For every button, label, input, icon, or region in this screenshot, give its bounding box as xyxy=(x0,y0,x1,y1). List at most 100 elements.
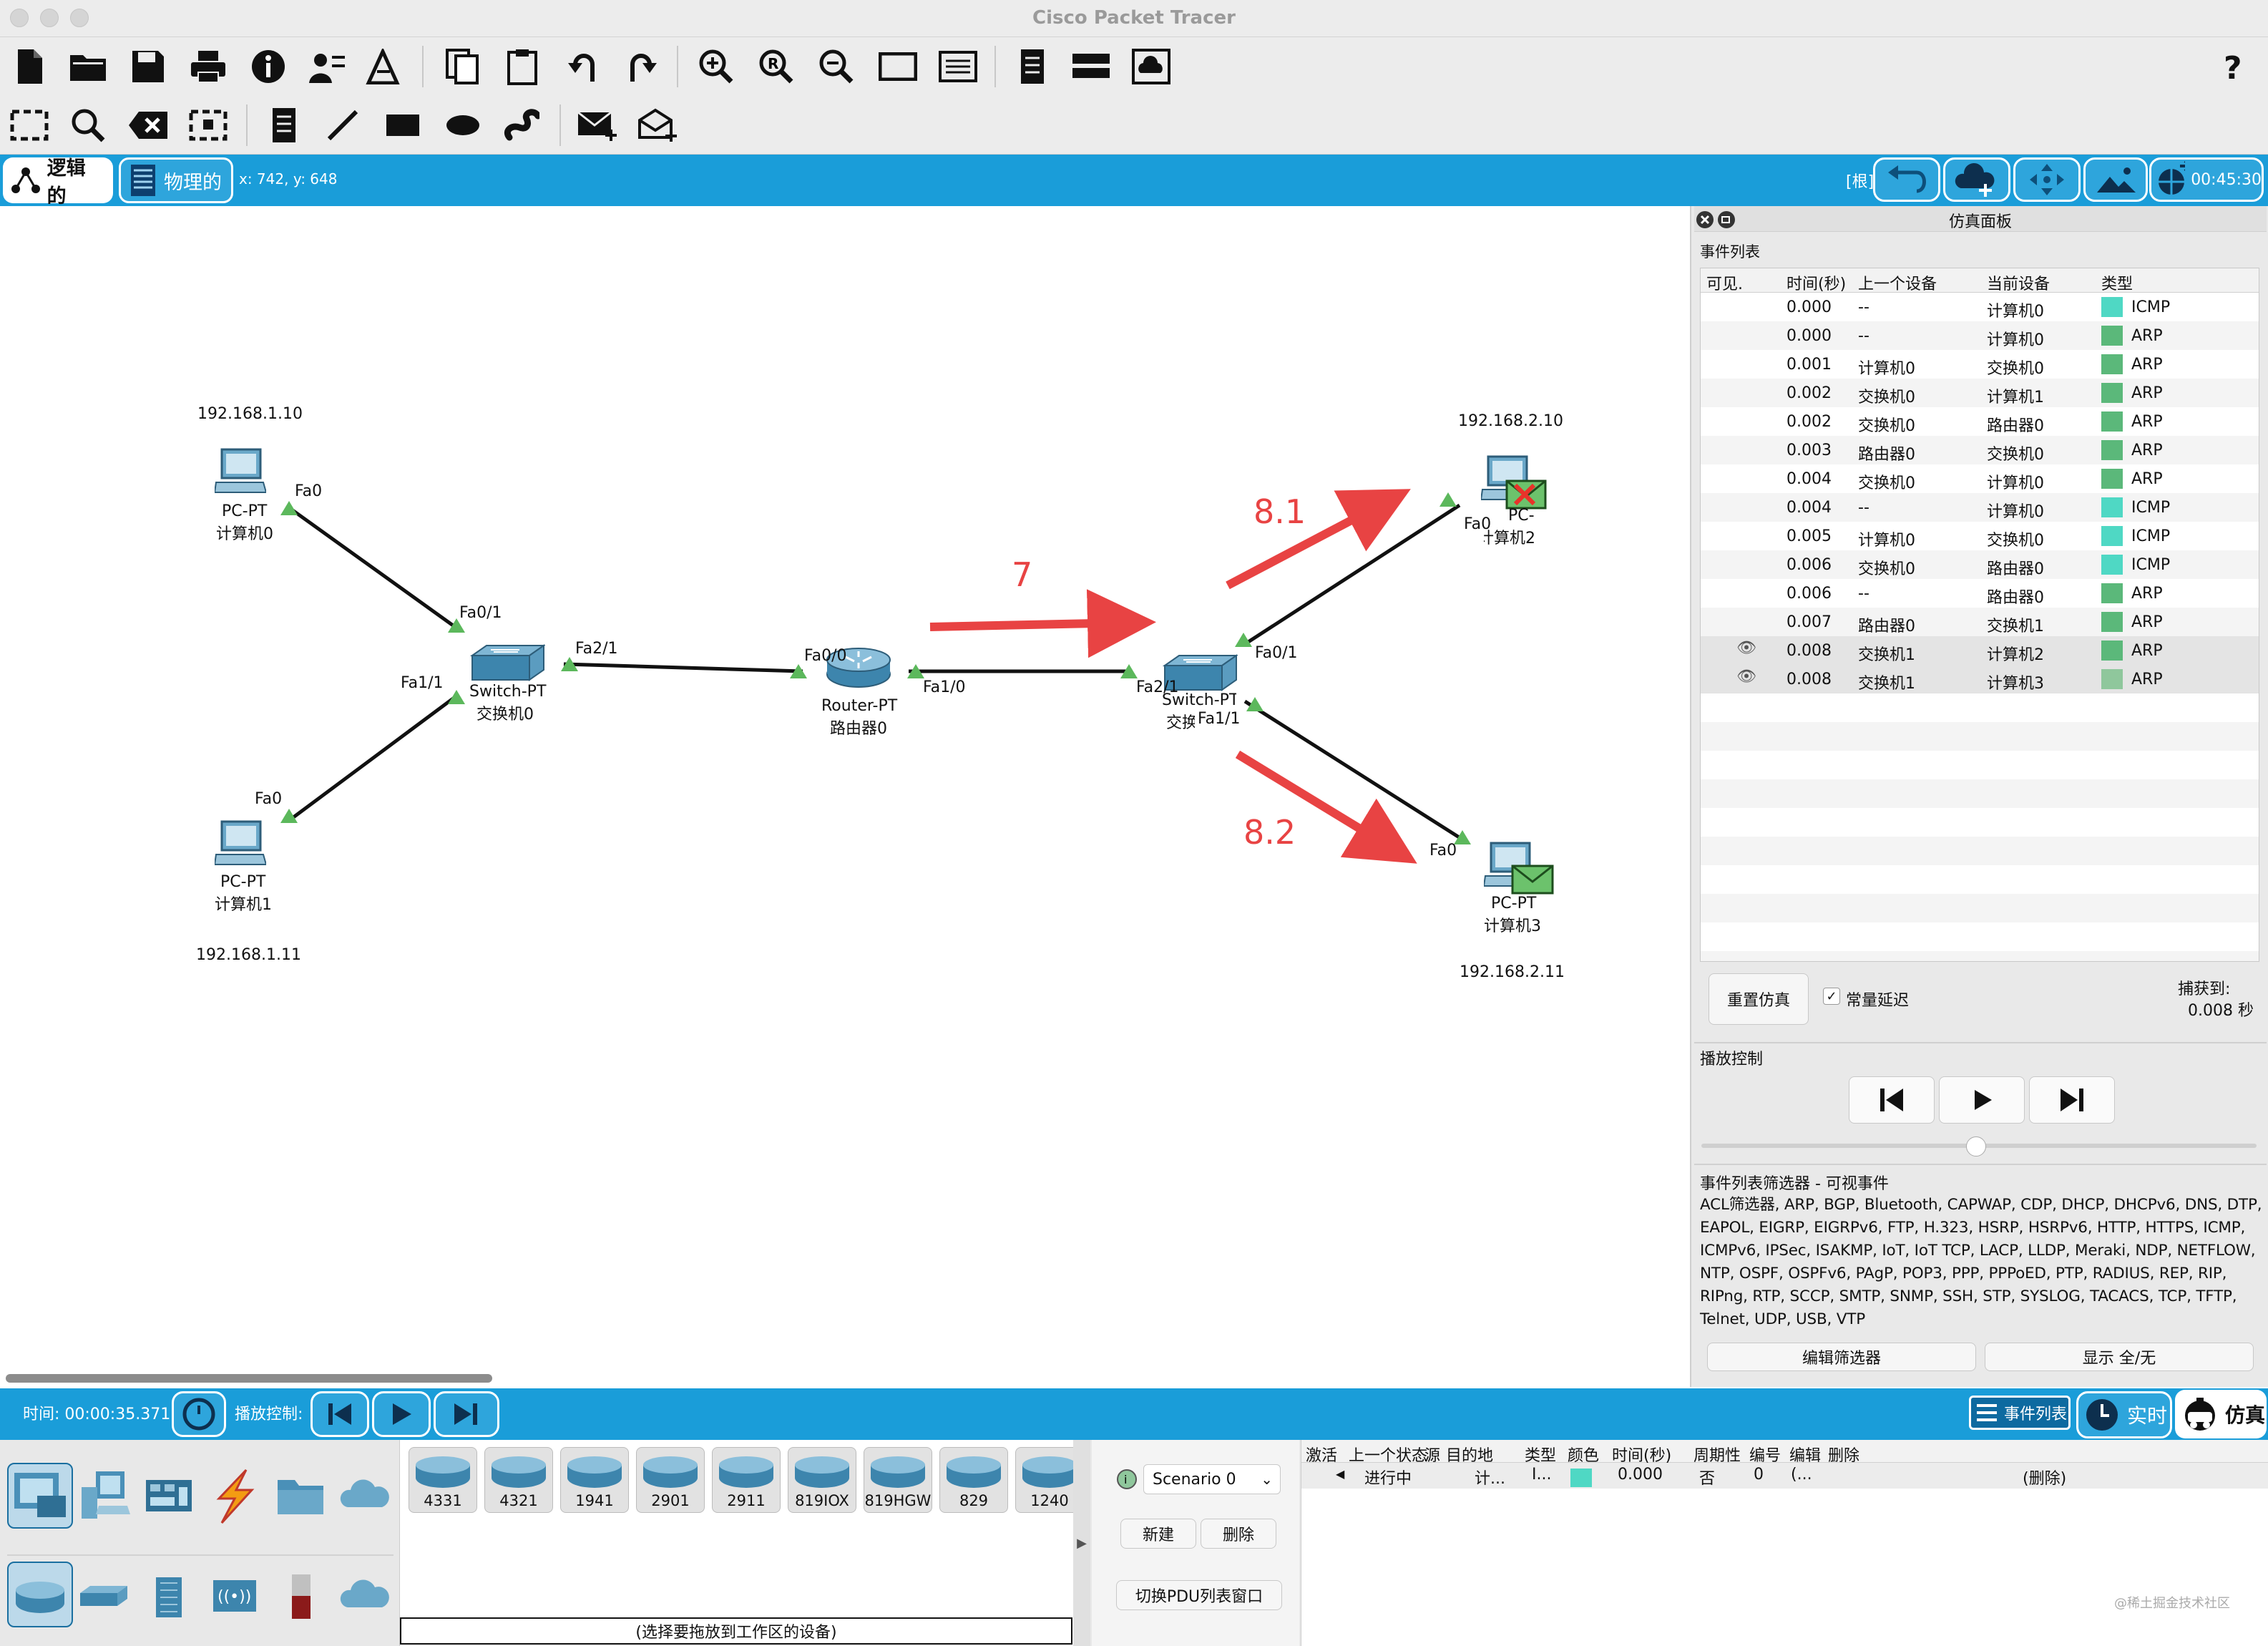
playback-speed-slider[interactable] xyxy=(1966,1136,1986,1156)
select-icon[interactable] xyxy=(9,104,50,146)
event-row[interactable]: 0.002 交换机0 路由器0 ARP xyxy=(1701,407,2259,436)
header-current-device[interactable]: 当前设备 xyxy=(1987,271,2050,294)
event-row[interactable]: 0.004 -- 计算机0 ICMP xyxy=(1701,493,2259,522)
back-button[interactable] xyxy=(1873,157,1940,202)
place-note-icon[interactable] xyxy=(263,104,305,146)
delete-icon[interactable] xyxy=(127,104,169,146)
event-row[interactable]: 0.006 交换机0 路由器0 ICMP xyxy=(1701,550,2259,579)
zoom-out-icon[interactable] xyxy=(816,46,857,87)
pdu-row-delete[interactable]: (删除) xyxy=(2023,1466,2066,1489)
step-forward-button[interactable] xyxy=(2029,1076,2115,1124)
info-icon[interactable] xyxy=(248,46,289,87)
bottom-step-forward-button[interactable] xyxy=(434,1391,499,1437)
add-simple-pdu-icon[interactable] xyxy=(577,104,618,146)
reset-simulation-button[interactable]: 重置仿真 xyxy=(1709,973,1809,1025)
resize-shape-icon[interactable] xyxy=(187,104,229,146)
subcategory-wan-emulation[interactable] xyxy=(336,1567,394,1625)
move-object-button[interactable] xyxy=(2013,157,2081,202)
splitter-handle[interactable]: ▶ xyxy=(1073,1440,1090,1646)
viewport-clock-button[interactable]: 00:45:30 xyxy=(2149,157,2264,202)
zoom-in-icon[interactable] xyxy=(695,46,737,87)
subcategory-hubs[interactable] xyxy=(140,1567,197,1625)
switch0-icon[interactable] xyxy=(469,644,545,683)
visible-eye-icon[interactable]: 👁 xyxy=(1736,668,1756,686)
event-row[interactable]: 👁 0.008 交换机1 计算机2 ARP xyxy=(1701,636,2259,665)
copy-icon[interactable] xyxy=(442,46,484,87)
header-time[interactable]: 时间(秒) xyxy=(1786,271,1846,294)
event-row[interactable]: 👁 0.008 交换机1 计算机3 ARP xyxy=(1701,665,2259,693)
event-row[interactable]: 0.007 路由器0 交换机1 ARP xyxy=(1701,608,2259,636)
activity-wizard-icon[interactable] xyxy=(363,46,405,87)
subcategory-routers[interactable] xyxy=(7,1562,73,1627)
edit-filter-button[interactable]: 编辑筛选器 xyxy=(1707,1343,1976,1371)
pdu-active-indicator-icon[interactable]: ◀ xyxy=(1336,1467,1344,1481)
subcategory-wireless[interactable]: ((•)) xyxy=(206,1567,263,1625)
freeform-icon[interactable] xyxy=(501,104,542,146)
device-model-button[interactable]: 4331 xyxy=(409,1447,477,1513)
add-complex-pdu-icon[interactable] xyxy=(637,104,678,146)
custom-device-icon[interactable] xyxy=(937,46,979,87)
subcategory-security[interactable] xyxy=(272,1567,329,1625)
user-profile-icon[interactable] xyxy=(306,46,348,87)
event-row[interactable]: 0.003 路由器0 交换机0 ARP xyxy=(1701,436,2259,464)
drawing-palette-icon[interactable] xyxy=(877,46,919,87)
category-miscellaneous[interactable] xyxy=(272,1466,329,1526)
network-device-icon[interactable] xyxy=(1070,46,1112,87)
toggle-pdu-list-button[interactable]: 切换PDU列表窗口 xyxy=(1116,1580,1282,1610)
show-all-none-button[interactable]: 显示 全/无 xyxy=(1985,1343,2254,1371)
event-row[interactable]: 0.000 -- 计算机0 ICMP xyxy=(1701,293,2259,321)
pc0-computer-icon[interactable] xyxy=(215,448,266,495)
tab-physical[interactable]: 物理的 xyxy=(119,157,233,203)
pdu-row-edit[interactable]: (... xyxy=(1791,1466,1812,1484)
step-back-button[interactable] xyxy=(1849,1076,1935,1124)
open-folder-icon[interactable] xyxy=(67,46,109,87)
draw-rectangle-icon[interactable] xyxy=(382,104,424,146)
simulation-mode-button[interactable]: 仿真 xyxy=(2175,1390,2267,1438)
category-components[interactable] xyxy=(140,1466,197,1526)
inspect-icon[interactable] xyxy=(67,104,109,146)
notes-icon[interactable] xyxy=(1012,46,1053,87)
device-model-button[interactable]: 819HGW xyxy=(864,1447,932,1513)
header-type[interactable]: 类型 xyxy=(2101,271,2133,294)
new-scenario-button[interactable]: 新建 xyxy=(1120,1519,1196,1549)
undo-icon[interactable] xyxy=(562,46,604,87)
new-cluster-button[interactable] xyxy=(1943,157,2010,202)
header-last-device[interactable]: 上一个设备 xyxy=(1858,271,1937,294)
scenario-select[interactable]: Scenario 0 ⌄ xyxy=(1143,1464,1281,1494)
zoom-reset-icon[interactable]: R xyxy=(756,46,797,87)
event-row[interactable]: 0.001 计算机0 交换机0 ARP xyxy=(1701,350,2259,379)
power-cycle-button[interactable] xyxy=(172,1391,226,1437)
category-connections[interactable] xyxy=(206,1466,263,1526)
event-row[interactable]: 0.002 交换机0 计算机1 ARP xyxy=(1701,379,2259,407)
delete-scenario-button[interactable]: 删除 xyxy=(1201,1519,1276,1549)
bottom-step-back-button[interactable] xyxy=(311,1391,369,1437)
device-model-button[interactable]: 819IOX xyxy=(788,1447,856,1513)
print-icon[interactable] xyxy=(187,46,229,87)
category-end-devices[interactable] xyxy=(74,1466,132,1526)
help-icon[interactable]: ? xyxy=(2224,50,2242,87)
device-model-button[interactable]: 2901 xyxy=(636,1447,705,1513)
save-icon[interactable] xyxy=(127,46,169,87)
bottom-play-button[interactable] xyxy=(372,1391,431,1437)
play-button[interactable] xyxy=(1939,1076,2025,1124)
logical-workspace[interactable]: 192.168.1.10 PC-PT 计算机0 Fa0 PC-PT 计算机1 F… xyxy=(0,206,1688,1387)
subcategory-switches[interactable] xyxy=(74,1567,132,1625)
pdu-row[interactable]: ◀ 进行中 计... I... 0.000 否 0 (... (删除) xyxy=(1301,1463,2268,1489)
device-model-button[interactable]: 829 xyxy=(939,1447,1008,1513)
event-list-toggle[interactable]: 事件列表 xyxy=(1969,1396,2071,1430)
set-background-button[interactable] xyxy=(2083,157,2148,202)
root-breadcrumb[interactable]: [根] xyxy=(1846,169,1874,192)
cloud-viewer-icon[interactable] xyxy=(1130,46,1172,87)
workspace-horizontal-scrollbar[interactable] xyxy=(6,1374,492,1383)
event-row[interactable]: 0.006 -- 路由器0 ARP xyxy=(1701,579,2259,608)
header-visible[interactable]: 可见. xyxy=(1706,271,1743,294)
visible-eye-icon[interactable]: 👁 xyxy=(1736,639,1756,657)
event-row[interactable]: 0.005 计算机0 交换机0 ICMP xyxy=(1701,522,2259,550)
paste-icon[interactable] xyxy=(502,46,544,87)
pc1-computer-icon[interactable] xyxy=(215,820,266,867)
event-row[interactable]: 0.004 交换机0 计算机0 ARP xyxy=(1701,464,2259,493)
event-row[interactable]: 0.000 -- 计算机0 ARP xyxy=(1701,321,2259,350)
device-model-button[interactable]: 4321 xyxy=(484,1447,553,1513)
category-multiuser[interactable] xyxy=(336,1466,394,1526)
failed-pdu-envelope-icon[interactable] xyxy=(1505,479,1547,510)
